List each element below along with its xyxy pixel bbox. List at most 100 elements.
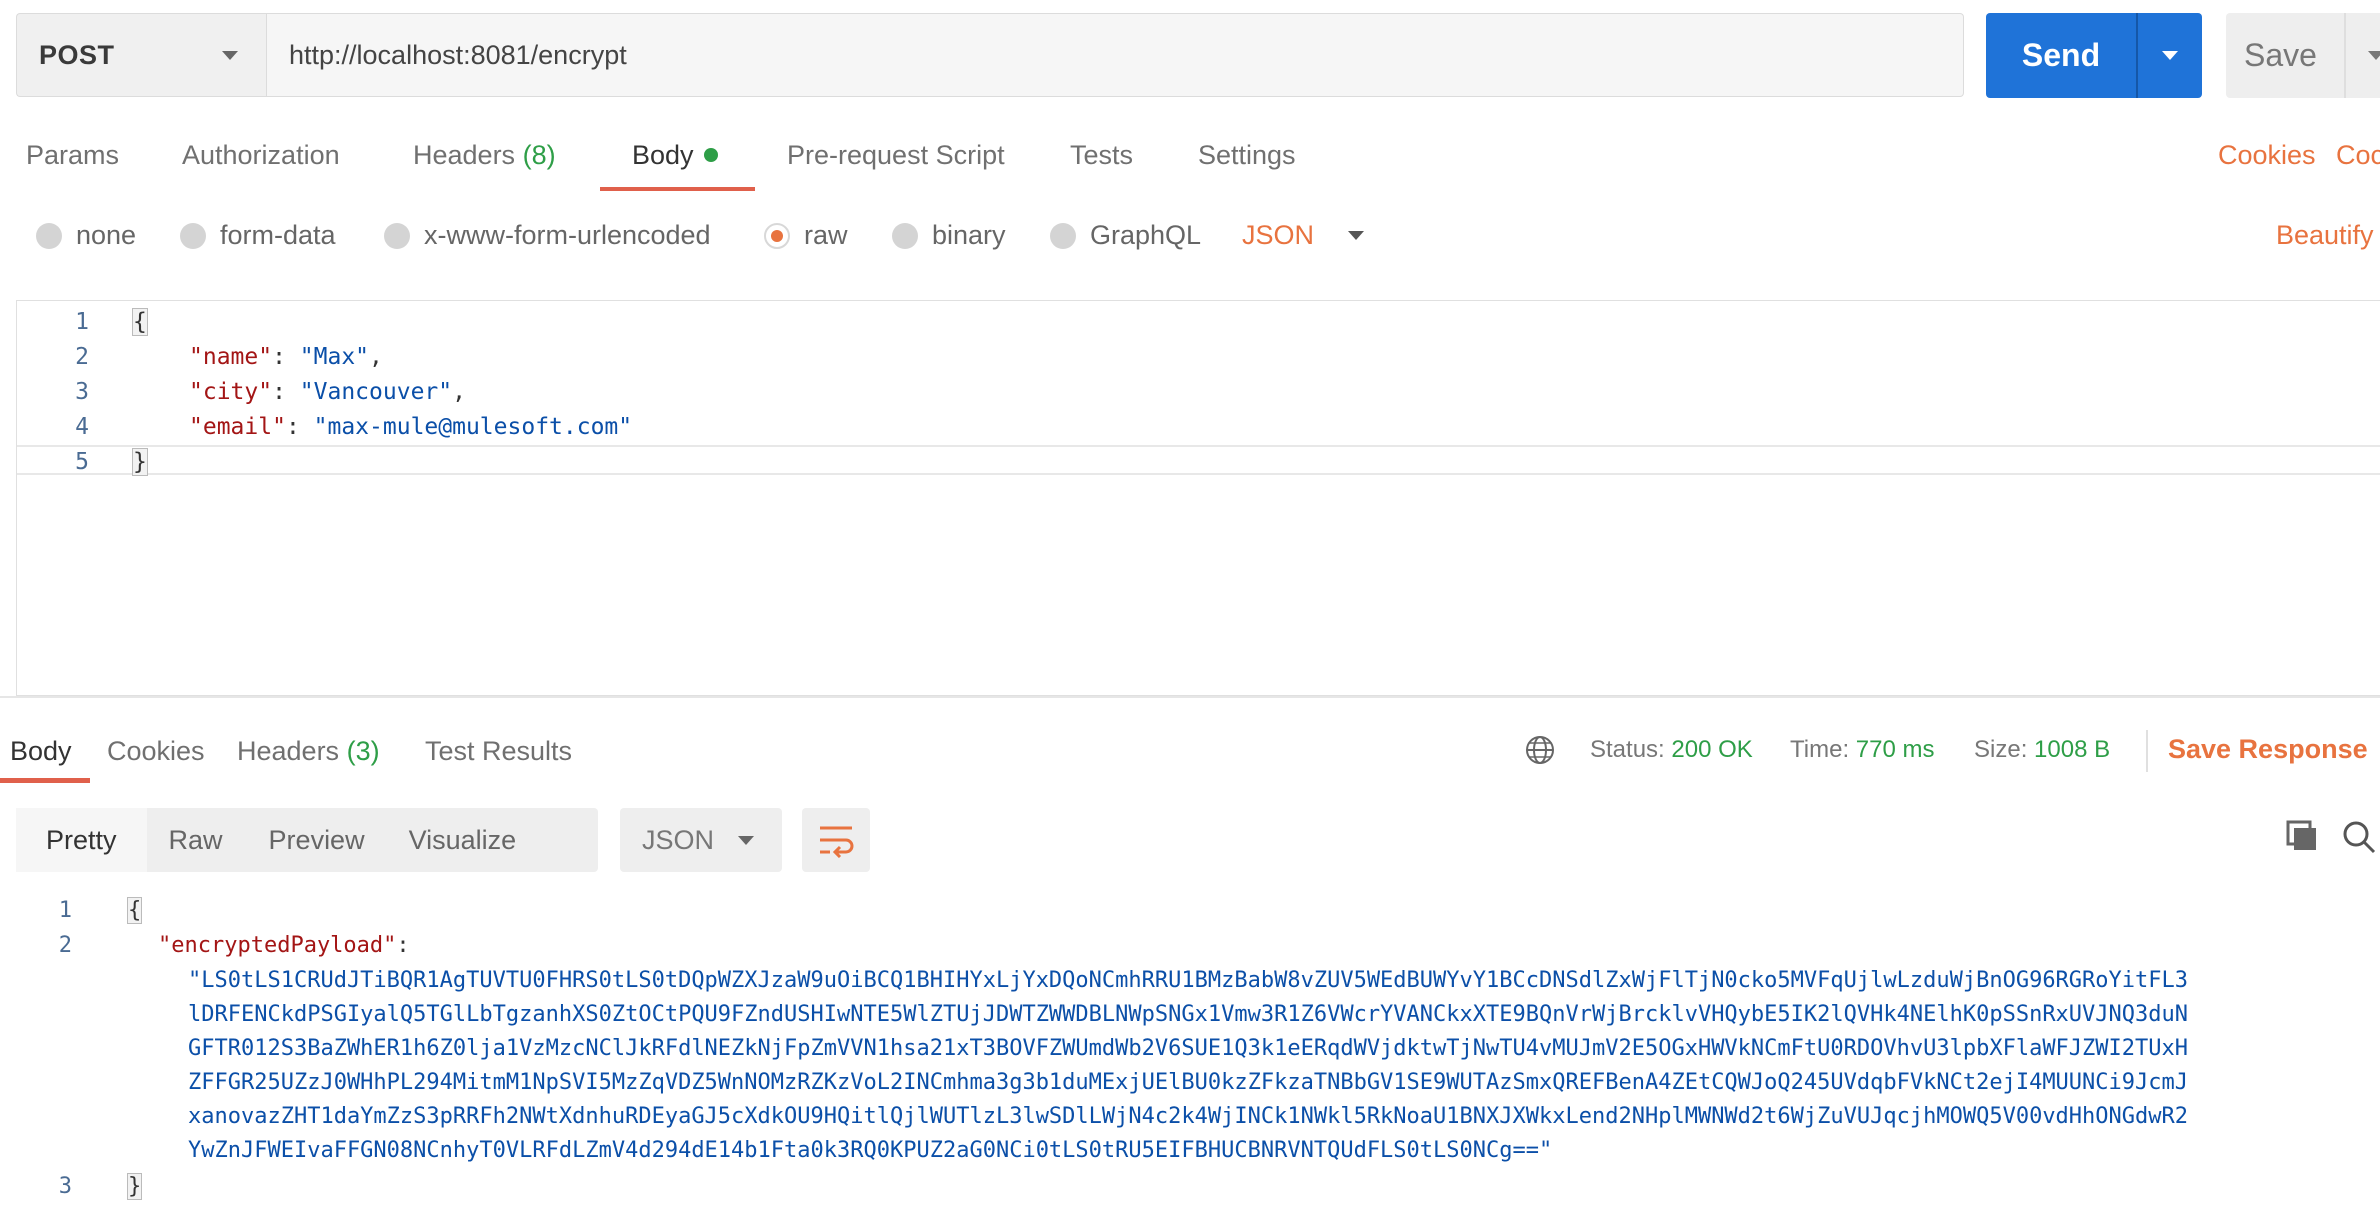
tab-headers[interactable]: Headers (8) (413, 140, 556, 171)
response-key-line: "encryptedPayload": (158, 933, 410, 958)
save-split-divider (2344, 13, 2346, 98)
radio-urlencoded[interactable]: x-www-form-urlencoded (384, 220, 711, 251)
save-label: Save (2244, 37, 2317, 73)
radio-form-data-circle (180, 222, 206, 249)
response-tab-headers[interactable]: Headers (3) (237, 736, 380, 767)
json-key: "email" (189, 414, 286, 440)
radio-raw[interactable]: raw (764, 220, 848, 251)
response-tab-test-results[interactable]: Test Results (425, 736, 572, 767)
view-visualize[interactable]: Visualize (389, 825, 537, 856)
tab-prerequest-script[interactable]: Pre-request Script (787, 140, 1005, 171)
tab-headers-label: Headers (413, 140, 516, 170)
method-label: POST (39, 39, 115, 70)
save-response-button[interactable]: Save Response (2168, 734, 2368, 765)
line-number: 1 (58, 898, 72, 923)
radio-binary[interactable]: binary (892, 220, 1006, 251)
copy-icon[interactable] (2284, 818, 2320, 854)
radio-graphql[interactable]: GraphQL (1050, 220, 1201, 251)
body-format-select[interactable]: JSON (1242, 220, 1365, 251)
view-pretty[interactable]: Pretty (16, 808, 147, 872)
view-raw[interactable]: Raw (147, 825, 245, 856)
payload-line: YwZnJFWEIvaFFGN08NCnhyT0VLRFdLZmV4d294dE… (188, 1138, 1553, 1163)
response-open-brace: { (126, 897, 143, 924)
body-active-dot (703, 147, 718, 162)
tab-body[interactable]: Body (632, 140, 718, 171)
close-brace: } (132, 448, 148, 476)
cookies-link-label: Cookies (2218, 140, 2316, 170)
response-tab-body-label: Body (10, 736, 72, 766)
tab-body-label: Body (632, 140, 694, 170)
radio-none-circle (36, 222, 62, 249)
payload-line: ZFFGR25UZzJ0WHhPL294MitmM1NpSVI5MzZqVDZ5… (188, 1070, 2189, 1095)
radio-form-data[interactable]: form-data (180, 220, 336, 251)
request-body-editor[interactable]: 1 2 3 4 5 { "name": "Max", "city": "Vanc… (16, 300, 2380, 696)
response-body-viewer[interactable]: 1 2 3 { "encryptedPayload": "LS0tLS1CRUd… (0, 890, 2380, 1224)
tab-settings[interactable]: Settings (1198, 140, 1296, 171)
active-line-highlight (17, 445, 2380, 475)
size-label: Size: (1974, 736, 2028, 763)
response-tab-headers-label: Headers (237, 736, 340, 766)
radio-none[interactable]: none (36, 220, 136, 251)
line-number: 4 (75, 414, 89, 440)
body-format-label: JSON (1242, 220, 1315, 250)
time-value: 770 ms (1855, 736, 1935, 763)
payload-line: "LS0tLS1CRUdJTiBQR1AgTUVTU0FHRS0tLS0tDQp… (188, 968, 2189, 993)
json-key: "name" (189, 344, 273, 370)
json-key: "city" (189, 379, 273, 405)
search-icon[interactable] (2340, 818, 2376, 854)
radio-raw-label: raw (804, 220, 848, 250)
json-sep: , (452, 379, 466, 405)
tab-body-underline (600, 187, 755, 191)
status-label: Status: (1590, 736, 1665, 763)
response-tab-body[interactable]: Body (10, 736, 72, 767)
json-value: "Vancouver" (299, 379, 453, 405)
chevron-down-icon (222, 50, 238, 60)
tab-authorization[interactable]: Authorization (182, 140, 340, 171)
response-status: Status: 200 OK (1590, 736, 1753, 764)
beautify-link[interactable]: Beautify (2276, 220, 2374, 251)
json-field-email: "email": "max-mule@mulesoft.com" (189, 414, 633, 440)
line-number: 3 (75, 379, 89, 405)
cookies-link[interactable]: Cookies (2218, 140, 2316, 171)
response-tab-test-results-label: Test Results (425, 736, 573, 766)
response-tab-cookies-label: Cookies (107, 736, 205, 766)
response-format-label: JSON (642, 824, 715, 855)
send-options-chevron-icon[interactable] (2162, 51, 2178, 60)
beautify-label: Beautify (2276, 220, 2374, 250)
code-link[interactable]: Coc (2336, 140, 2380, 171)
line-number: 1 (75, 309, 89, 335)
line-number: 2 (75, 344, 89, 370)
radio-urlencoded-label: x-www-form-urlencoded (424, 220, 711, 250)
response-time: Time: 770 ms (1790, 736, 1934, 764)
response-close-brace: } (126, 1173, 143, 1200)
json-value: "max-mule@mulesoft.com" (313, 414, 633, 440)
chevron-down-icon (738, 835, 754, 845)
radio-raw-circle (764, 222, 790, 249)
json-sep: , (369, 344, 383, 370)
tab-tests[interactable]: Tests (1070, 140, 1133, 171)
code-link-label: Coc (2336, 140, 2380, 170)
save-button[interactable]: Save (2226, 13, 2380, 98)
wrap-lines-icon[interactable] (802, 808, 870, 872)
tab-authorization-label: Authorization (182, 140, 340, 170)
radio-urlencoded-circle (384, 222, 410, 249)
globe-icon[interactable] (1524, 734, 1556, 766)
status-divider (2146, 730, 2148, 772)
tab-settings-label: Settings (1198, 140, 1296, 170)
send-button[interactable]: Send (1986, 13, 2202, 98)
method-select[interactable]: POST (16, 13, 266, 97)
save-options-chevron-icon[interactable] (2368, 51, 2380, 60)
open-brace: { (132, 308, 148, 336)
response-format-select[interactable]: JSON (620, 808, 782, 872)
response-tab-cookies[interactable]: Cookies (107, 736, 205, 767)
panel-divider[interactable] (0, 696, 2380, 698)
radio-binary-circle (892, 222, 918, 249)
tab-headers-count: (8) (522, 140, 556, 170)
radio-none-label: none (76, 220, 137, 250)
tab-params[interactable]: Params (26, 140, 119, 171)
radio-graphql-label: GraphQL (1090, 220, 1202, 250)
tab-tests-label: Tests (1070, 140, 1134, 170)
radio-form-data-label: form-data (220, 220, 336, 250)
url-input[interactable]: http://localhost:8081/encrypt (266, 13, 1964, 97)
view-preview[interactable]: Preview (245, 825, 389, 856)
